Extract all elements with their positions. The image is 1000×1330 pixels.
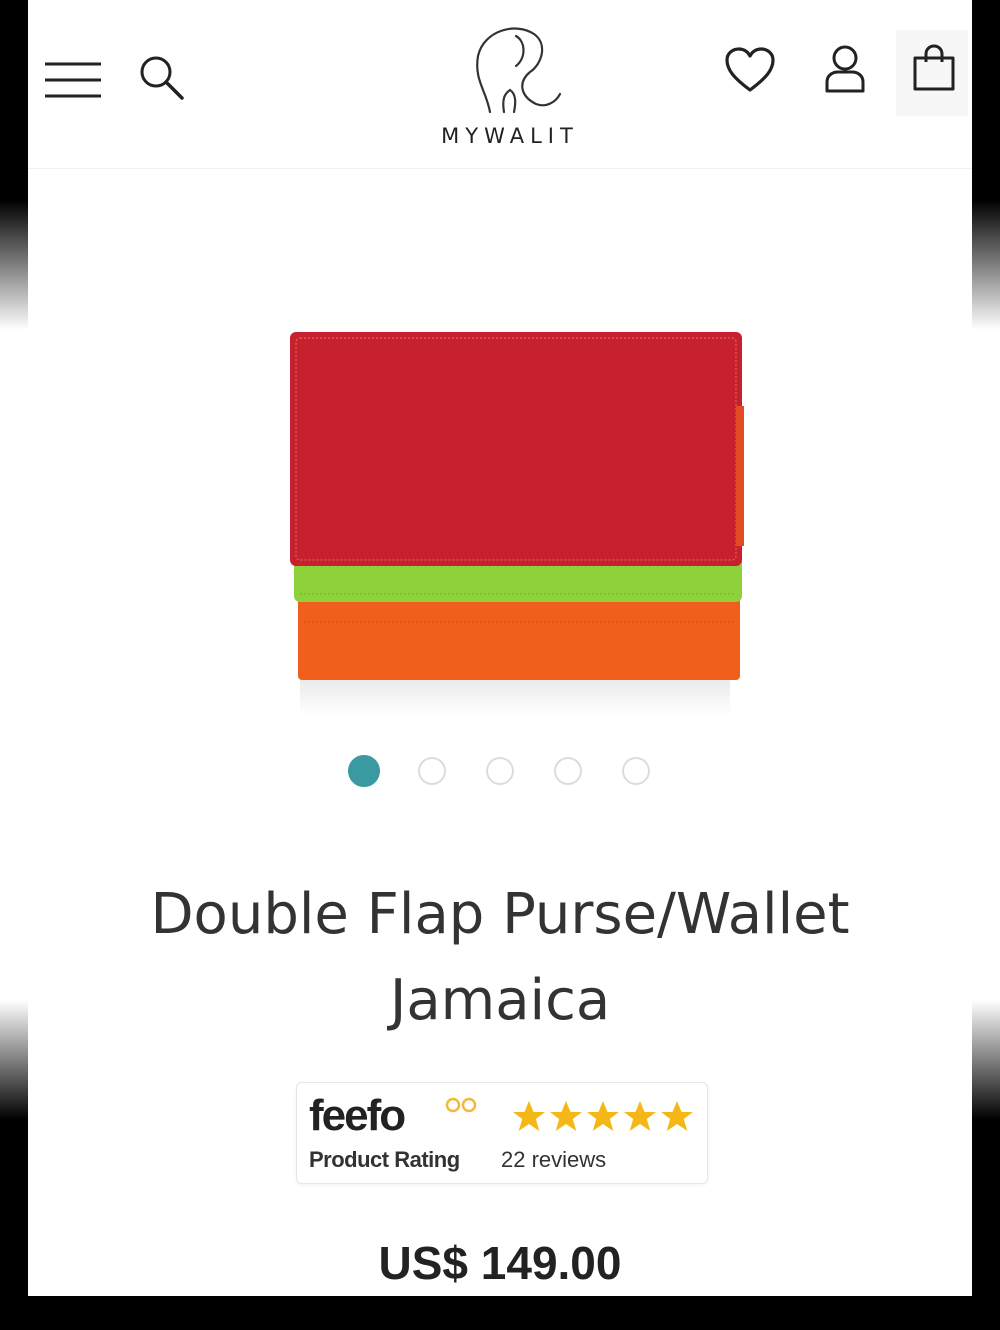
carousel-dot-5[interactable]	[622, 757, 650, 785]
bottom-black-bar	[0, 1296, 1000, 1330]
star-icon	[624, 1101, 656, 1131]
star-rating	[513, 1101, 693, 1131]
wallet-flap-red	[290, 332, 742, 566]
search-icon[interactable]	[136, 52, 186, 102]
brand-logo[interactable]: MYWALIT	[420, 16, 600, 156]
carousel-dot-2[interactable]	[418, 757, 446, 785]
review-count[interactable]: 22 reviews	[501, 1147, 606, 1173]
star-icon	[513, 1101, 545, 1131]
product-title-line1: Double Flap Purse/Wallet	[150, 882, 850, 947]
carousel-dot-4[interactable]	[554, 757, 582, 785]
elephant-logo-icon	[476, 27, 562, 114]
heart-icon[interactable]	[724, 46, 776, 94]
star-icon	[661, 1101, 693, 1131]
product-image[interactable]	[260, 326, 750, 726]
hamburger-menu-icon[interactable]	[44, 58, 102, 102]
product-page: MYWALIT Double Flap Purse/Wallet Jamaica…	[28, 0, 972, 1296]
brand-name: MYWALIT	[441, 124, 579, 148]
product-rating-label: Product Rating	[309, 1147, 460, 1172]
feefo-logo: feefo	[309, 1091, 406, 1140]
star-icon	[550, 1101, 582, 1131]
shopping-bag-icon[interactable]	[912, 44, 956, 92]
image-carousel-dots	[348, 755, 658, 789]
product-title: Double Flap Purse/Wallet Jamaica	[68, 872, 932, 1044]
feefo-eyes-icon	[445, 1097, 477, 1113]
product-title-line2: Jamaica	[389, 968, 611, 1033]
star-icon	[587, 1101, 619, 1131]
site-header: MYWALIT	[28, 0, 972, 169]
feefo-rating-badge[interactable]: feefo Product Rating 22 reviews	[296, 1082, 708, 1184]
carousel-dot-3[interactable]	[486, 757, 514, 785]
product-price: US$ 149.00	[378, 1237, 622, 1289]
user-icon[interactable]	[824, 44, 866, 94]
carousel-dot-1[interactable]	[348, 755, 380, 787]
